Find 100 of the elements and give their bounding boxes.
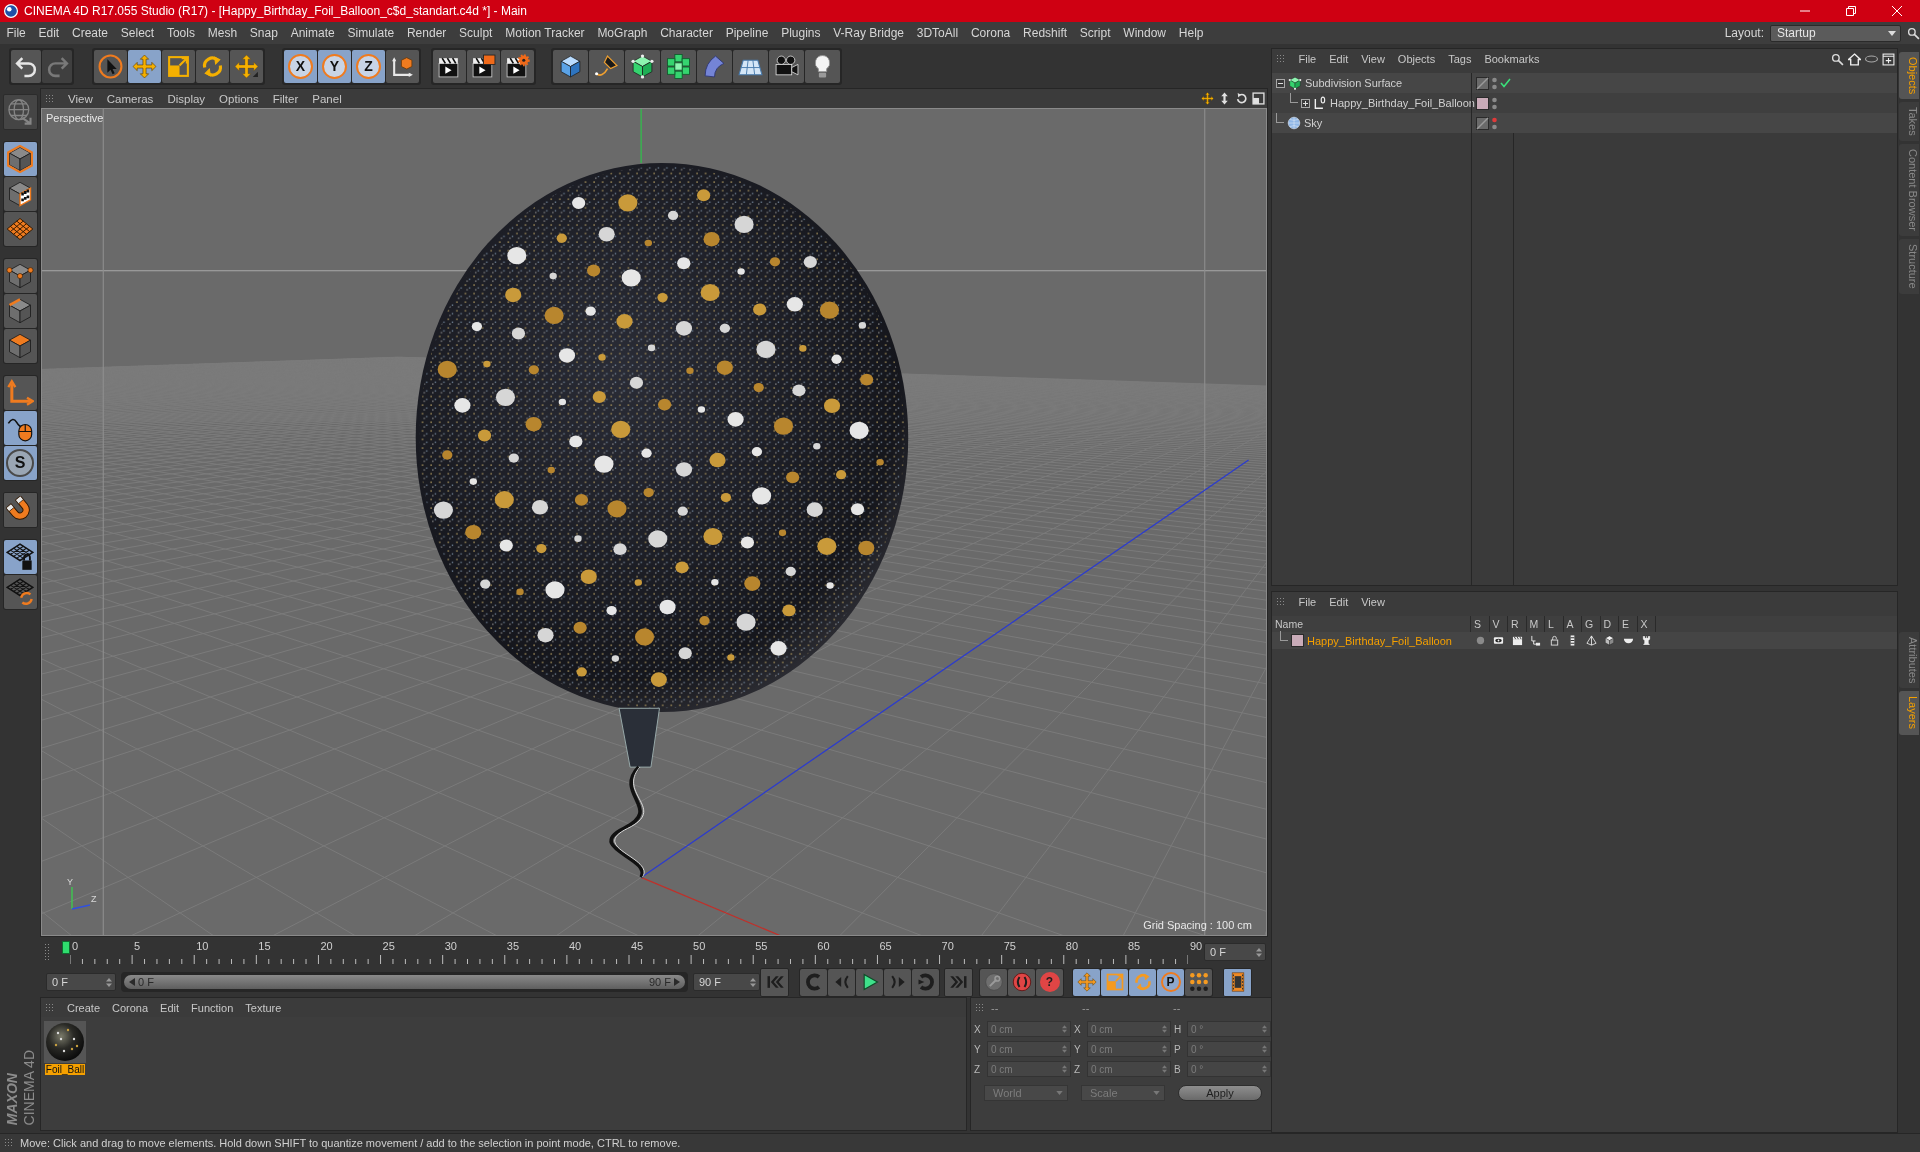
playback-button[interactable] bbox=[1008, 968, 1035, 996]
menu-item[interactable]: Help bbox=[1172, 26, 1210, 40]
side-tab[interactable]: Layers bbox=[1899, 691, 1919, 735]
mode-button[interactable] bbox=[3, 142, 37, 176]
dot-pair-icon[interactable] bbox=[1492, 96, 1497, 110]
rook-icon[interactable] bbox=[1641, 635, 1653, 646]
menu-item[interactable]: Tools bbox=[160, 26, 202, 40]
toolbar-button[interactable] bbox=[467, 49, 500, 83]
toolbar-button[interactable] bbox=[94, 49, 127, 83]
menu-item[interactable]: Create bbox=[65, 26, 115, 40]
playback-button[interactable] bbox=[1223, 967, 1252, 997]
timeline-ruler[interactable]: 0 5 10 15 20 25 30 35 40 45 50 55 60 65 70 75 80 85 90 bbox=[56, 939, 1204, 965]
menu-item[interactable]: Edit bbox=[32, 26, 66, 40]
toolbar-button[interactable] bbox=[733, 49, 768, 83]
menu-item[interactable]: Tags bbox=[1441, 53, 1478, 65]
playback-button[interactable] bbox=[856, 968, 883, 996]
menu-item[interactable]: Motion Tracker bbox=[498, 26, 591, 40]
mode-button[interactable] bbox=[3, 411, 37, 445]
menu-item[interactable]: 3DToAll bbox=[910, 26, 965, 40]
mode-button[interactable] bbox=[3, 540, 37, 574]
layer-name[interactable]: Happy_Birthday_Foil_Balloon bbox=[1307, 634, 1452, 647]
menu-item[interactable]: Corona bbox=[106, 1001, 155, 1014]
menu-item[interactable]: Display bbox=[160, 92, 213, 105]
mode-button[interactable] bbox=[3, 177, 37, 211]
playback-button[interactable] bbox=[1101, 968, 1128, 996]
mode-button[interactable] bbox=[2, 492, 38, 528]
cube-icon[interactable] bbox=[1604, 635, 1616, 646]
mode-button[interactable] bbox=[3, 575, 37, 609]
menu-item[interactable]: Pipeline bbox=[719, 26, 775, 40]
menu-item[interactable]: Create bbox=[61, 1001, 107, 1014]
pyramid-icon[interactable] bbox=[1585, 635, 1597, 646]
playhead-handle[interactable] bbox=[62, 941, 70, 954]
check-icon[interactable] bbox=[1500, 78, 1511, 88]
end-frame-field[interactable]: 90 F bbox=[693, 973, 760, 991]
visibility-button[interactable] bbox=[1863, 55, 1880, 63]
menu-item[interactable]: Plugins bbox=[774, 26, 827, 40]
object-row[interactable]: Subdivision Surface bbox=[1272, 73, 1897, 93]
menu-item[interactable]: Select bbox=[114, 26, 161, 40]
layer-row[interactable]: Happy_Birthday_Foil_Balloon bbox=[1272, 632, 1897, 649]
playback-button[interactable]: P bbox=[1157, 968, 1184, 996]
menu-item[interactable]: Simulate bbox=[341, 26, 401, 40]
layout-dropdown[interactable]: Startup bbox=[1770, 24, 1901, 42]
menu-item[interactable]: Objects bbox=[1391, 53, 1442, 65]
menu-item[interactable]: Sculpt bbox=[452, 26, 499, 40]
menu-item[interactable]: Snap bbox=[243, 26, 285, 40]
eye-icon[interactable] bbox=[1493, 635, 1505, 646]
toolbar-button[interactable] bbox=[162, 49, 195, 83]
menu-item[interactable]: Mesh bbox=[201, 26, 244, 40]
new-window-button[interactable] bbox=[1880, 52, 1897, 66]
menu-item[interactable]: Animate bbox=[284, 26, 342, 40]
menu-item[interactable]: Panel bbox=[305, 92, 349, 105]
home-button[interactable] bbox=[1846, 52, 1863, 66]
toolbar-button[interactable] bbox=[661, 49, 696, 83]
object-row[interactable]: Sky bbox=[1272, 113, 1897, 133]
material-sphere-icon[interactable] bbox=[44, 1021, 86, 1063]
menu-item[interactable]: Edit bbox=[154, 1001, 186, 1014]
object-name[interactable]: Happy_Birthday_Foil_Balloon bbox=[1330, 97, 1475, 109]
start-frame-field[interactable]: 0 F bbox=[46, 973, 116, 991]
plus-box-icon[interactable] bbox=[1301, 98, 1310, 108]
menu-item[interactable]: Texture bbox=[239, 1001, 288, 1014]
toolbar-button[interactable]: Z bbox=[352, 49, 385, 83]
menu-item[interactable]: File bbox=[0, 26, 33, 40]
menu-item[interactable]: Filter bbox=[265, 92, 306, 105]
menu-item[interactable]: Redshift bbox=[1016, 26, 1074, 40]
material-name[interactable]: Foil_Ball bbox=[44, 1064, 86, 1075]
playback-button[interactable] bbox=[1185, 968, 1212, 996]
menu-item[interactable]: Function bbox=[185, 1001, 240, 1014]
search-button[interactable] bbox=[1829, 52, 1846, 66]
menu-item[interactable]: V-Ray Bridge bbox=[826, 26, 911, 40]
playback-button[interactable] bbox=[1073, 968, 1100, 996]
menu-item[interactable]: MoGraph bbox=[591, 26, 654, 40]
toolbar-button[interactable] bbox=[501, 49, 534, 83]
menu-item[interactable]: View bbox=[61, 92, 100, 105]
toolbar-button[interactable] bbox=[589, 49, 624, 83]
menu-item[interactable]: File bbox=[1292, 596, 1323, 608]
menu-item[interactable]: Bookmarks bbox=[1477, 53, 1546, 65]
playback-button[interactable] bbox=[1129, 968, 1156, 996]
toolbar-button[interactable] bbox=[625, 49, 660, 83]
menu-item[interactable]: Options bbox=[212, 92, 266, 105]
menu-item[interactable]: View bbox=[1354, 53, 1392, 65]
menu-item[interactable]: Corona bbox=[964, 26, 1017, 40]
object-name[interactable]: Sky bbox=[1304, 117, 1323, 129]
toolbar-button[interactable] bbox=[230, 49, 263, 83]
lock-icon[interactable] bbox=[1548, 635, 1560, 646]
toolbar-button[interactable]: Y bbox=[318, 49, 351, 83]
minus-box-icon[interactable] bbox=[1276, 78, 1285, 88]
mode-button[interactable]: S bbox=[3, 446, 37, 480]
layer-color-swatch-icon[interactable] bbox=[1291, 634, 1304, 647]
menu-item[interactable]: Cameras bbox=[99, 92, 161, 105]
side-tab[interactable]: Objects bbox=[1899, 52, 1919, 100]
hierarchy-icon[interactable] bbox=[1530, 635, 1542, 646]
current-frame-field[interactable]: 0 F bbox=[1204, 943, 1266, 961]
toolbar-button[interactable] bbox=[805, 49, 840, 83]
viewport-canvas[interactable]: Perspective Grid Spacing : 100 cm Y Z bbox=[41, 108, 1267, 936]
toolbar-button[interactable]: X bbox=[284, 49, 317, 83]
toolbar-button[interactable] bbox=[128, 49, 161, 83]
toolbar-button[interactable] bbox=[769, 49, 804, 83]
object-row[interactable]: Happy_Birthday_Foil_Balloon bbox=[1272, 93, 1897, 113]
maximize-view-button[interactable] bbox=[1250, 92, 1267, 105]
toolbar-button[interactable] bbox=[386, 49, 419, 83]
